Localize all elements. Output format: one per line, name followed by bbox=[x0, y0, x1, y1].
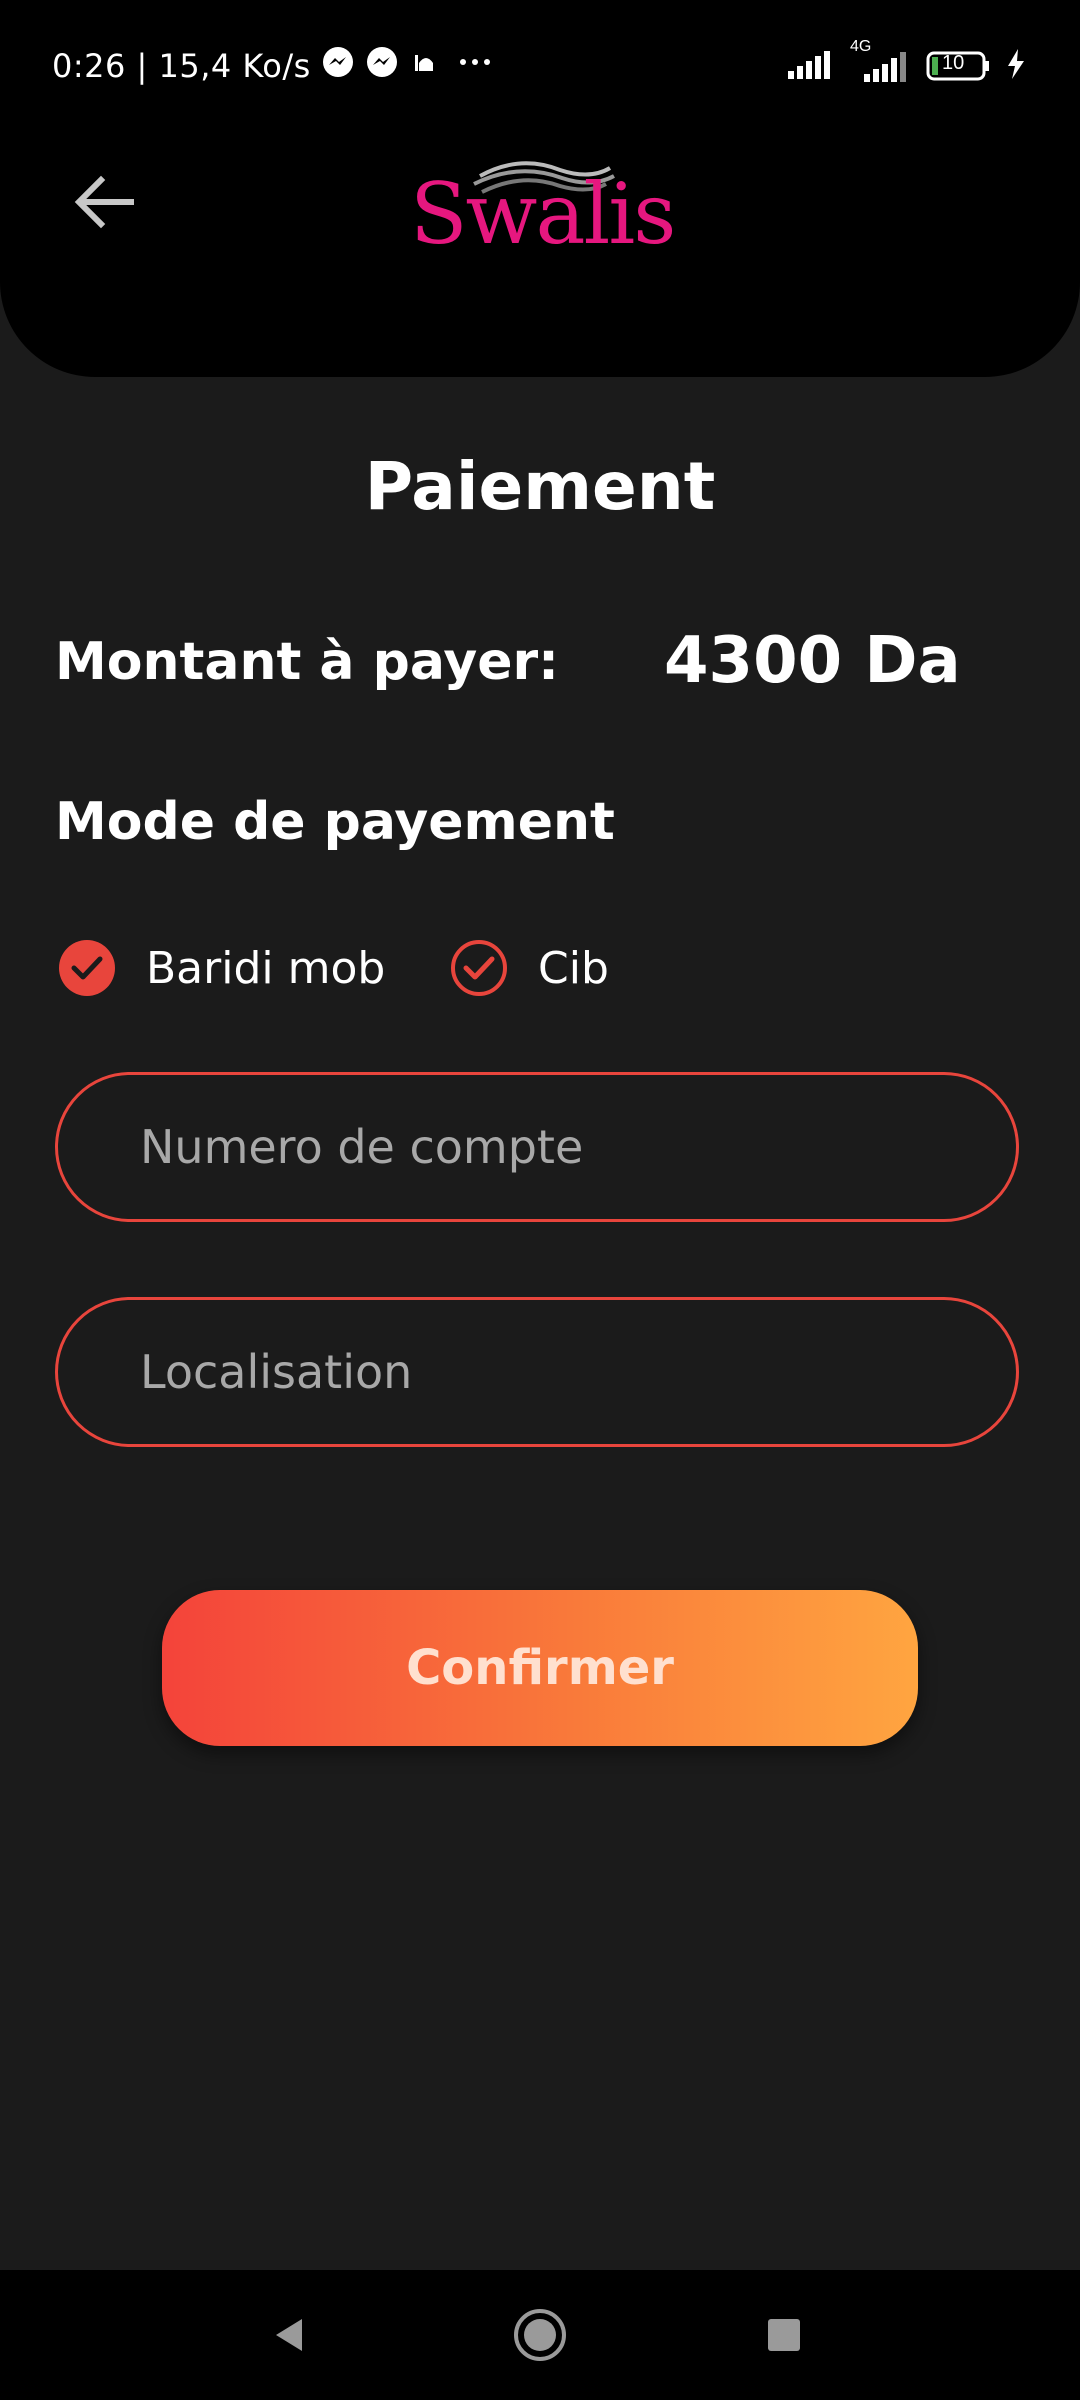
app-header: 0:26 | 15,4 Ko/s 4G 10 Swalis bbox=[0, 0, 1080, 377]
circle-home-icon bbox=[514, 2309, 566, 2361]
status-bar-right: 4G 10 bbox=[786, 38, 1028, 89]
swalis-logo: Swalis bbox=[410, 150, 676, 263]
nav-back-button[interactable] bbox=[260, 2305, 320, 2365]
network-type: 4G bbox=[850, 37, 872, 55]
back-button[interactable] bbox=[62, 160, 146, 244]
nav-recents-button[interactable] bbox=[754, 2305, 814, 2365]
page-title: Paiement bbox=[364, 448, 716, 525]
arrow-left-icon bbox=[74, 175, 134, 229]
confirm-button[interactable]: Confirmer bbox=[162, 1590, 918, 1746]
battery-level: 10 bbox=[942, 52, 965, 74]
status-bar-left: 0:26 | 15,4 Ko/s bbox=[52, 46, 497, 86]
signal-4g-icon: 4G bbox=[848, 38, 914, 89]
checkbox-checked-icon[interactable] bbox=[58, 939, 116, 997]
messenger-icon bbox=[365, 45, 399, 87]
option-label: Baridi mob bbox=[146, 942, 386, 994]
account-number-input[interactable] bbox=[138, 1119, 962, 1175]
option-label: Cib bbox=[538, 942, 609, 994]
payment-mode-label: Mode de payement bbox=[55, 792, 615, 852]
amount-label: Montant à payer: bbox=[55, 632, 559, 692]
option-baridi-mob[interactable]: Baridi mob bbox=[58, 938, 385, 998]
square-recents-icon bbox=[768, 2319, 800, 2351]
triangle-back-icon bbox=[276, 2319, 302, 2351]
signal-icon bbox=[786, 47, 836, 86]
account-number-field[interactable] bbox=[55, 1072, 1019, 1222]
messenger-icon bbox=[321, 45, 355, 87]
status-time-speed: 0:26 | 15,4 Ko/s bbox=[52, 47, 311, 85]
option-cib[interactable]: Cib bbox=[450, 938, 609, 998]
more-notifications-icon bbox=[453, 45, 497, 87]
location-input[interactable] bbox=[138, 1344, 962, 1400]
location-field[interactable] bbox=[55, 1297, 1019, 1447]
charging-icon bbox=[1004, 47, 1028, 86]
battery-icon: 10 bbox=[926, 49, 992, 83]
nav-home-button[interactable] bbox=[510, 2305, 570, 2365]
logo-text: Swalis bbox=[410, 165, 676, 263]
amount-value: 4300 Da bbox=[664, 624, 961, 698]
checkbox-checked-outline-icon[interactable] bbox=[450, 939, 508, 997]
mosque-icon bbox=[409, 45, 443, 87]
system-nav-bar bbox=[0, 2270, 1080, 2400]
